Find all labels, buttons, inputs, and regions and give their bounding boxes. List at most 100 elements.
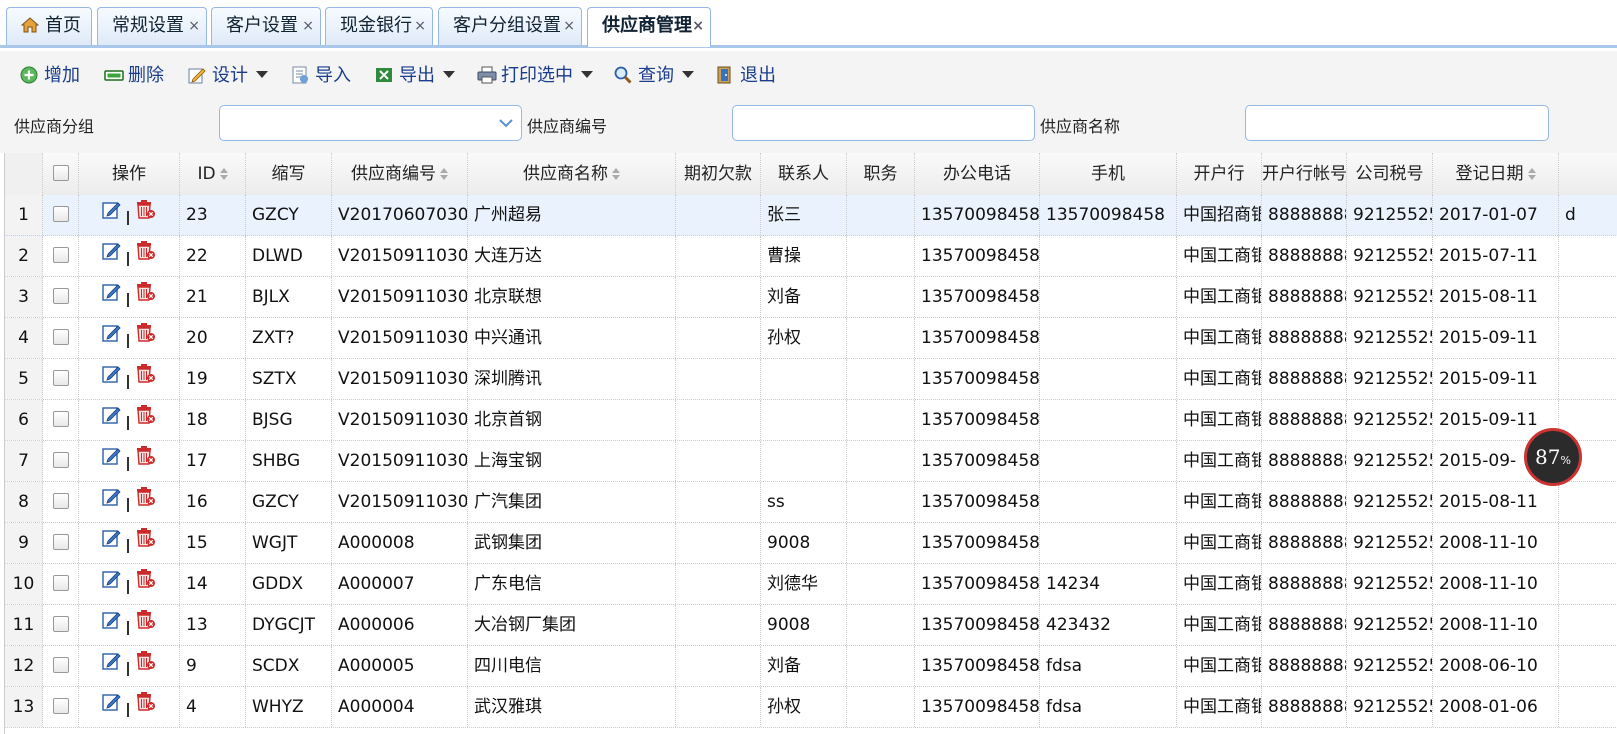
table-row[interactable]: 6 18BJSGV20150911030北京首钢 13570098458 中国工商银行… (5, 400, 1617, 441)
select-all-checkbox-cell[interactable] (43, 153, 79, 195)
delete-icon[interactable] (134, 646, 156, 686)
edit-icon[interactable] (102, 359, 122, 399)
edit-icon[interactable] (102, 564, 122, 604)
chevron-down-icon (256, 71, 268, 78)
row-checkbox[interactable] (52, 452, 69, 468)
delete-icon[interactable] (134, 441, 156, 481)
row-checkbox[interactable] (52, 288, 69, 304)
row-checkbox-cell[interactable] (43, 400, 79, 440)
row-number: 10 (5, 564, 43, 604)
close-icon[interactable]: × (414, 8, 426, 44)
tab-general-settings[interactable]: 常规设置 × (97, 7, 207, 45)
row-checkbox-cell[interactable] (43, 236, 79, 276)
row-checkbox[interactable] (52, 247, 69, 263)
table-row[interactable]: 1 23 GZCY V20170607030 广州超易 张三 13570098458 1357… (5, 195, 1617, 236)
table-row[interactable]: 9 15WGJTA000008武钢集团 9008 13570098458 中国工商银行8… (5, 523, 1617, 564)
edit-icon[interactable] (102, 523, 122, 563)
cell-name: 广汽集团 (468, 482, 676, 522)
delete-icon[interactable] (134, 236, 156, 276)
header-name[interactable]: 供应商名称 (468, 153, 676, 195)
table-row[interactable]: 8 16 GZCY V20150911030 广汽集团 ss 13570098458 中国工商… (5, 482, 1617, 523)
print-selected-menu-button[interactable]: 打印选中 (477, 63, 593, 89)
row-checkbox[interactable] (52, 575, 69, 591)
row-checkbox[interactable] (52, 493, 69, 509)
delete-icon[interactable] (134, 195, 156, 235)
header-reg-date[interactable]: 登记日期 (1433, 153, 1559, 195)
table-row[interactable]: 7 17SHBGV20150911030上海宝钢 13570098458 中国工商银行… (5, 441, 1617, 482)
cell-bank-account: 88888888 (1262, 400, 1347, 440)
row-checkbox[interactable] (52, 370, 69, 386)
row-checkbox-cell[interactable] (43, 441, 79, 481)
row-checkbox-cell[interactable] (43, 195, 79, 235)
edit-icon[interactable] (102, 318, 122, 358)
row-checkbox[interactable] (52, 657, 69, 673)
edit-icon[interactable] (102, 277, 122, 317)
supplier-code-input[interactable] (732, 105, 1035, 141)
row-checkbox-cell[interactable] (43, 646, 79, 686)
row-checkbox[interactable] (52, 616, 69, 632)
delete-icon[interactable] (134, 359, 156, 399)
edit-icon[interactable] (102, 441, 122, 481)
table-row[interactable]: 4 20 ZXT? V20150911030 中兴通讯 孙权 13570098458 中国工商… (5, 318, 1617, 359)
header-id[interactable]: ID (180, 153, 246, 195)
delete-icon[interactable] (134, 277, 156, 317)
row-checkbox-cell[interactable] (43, 687, 79, 727)
table-row[interactable]: 12 9SCDXA000005四川电信 刘备 13570098458fdsa中国工商银… (5, 646, 1617, 687)
cell-id: 23 (180, 195, 246, 235)
edit-icon[interactable] (102, 482, 122, 522)
row-checkbox-cell[interactable] (43, 605, 79, 645)
edit-icon[interactable] (102, 195, 122, 235)
header-code[interactable]: 供应商编号 (332, 153, 468, 195)
row-checkbox-cell[interactable] (43, 564, 79, 604)
close-icon[interactable]: × (302, 8, 314, 44)
delete-icon[interactable] (134, 605, 156, 645)
table-row[interactable]: 13 4WHYZA000004武汉雅琪 孙权 13570098458fdsa中国工商银… (5, 687, 1617, 728)
tab-home[interactable]: 首页 (6, 7, 92, 45)
delete-icon[interactable] (134, 523, 156, 563)
cell-bank: 中国工商银行 (1177, 277, 1262, 317)
row-checkbox[interactable] (52, 329, 69, 345)
tab-customer-settings[interactable]: 客户设置 × (211, 7, 321, 45)
delete-icon[interactable] (134, 482, 156, 522)
tab-customer-group-settings[interactable]: 客户分组设置 × (438, 7, 582, 45)
table-row[interactable]: 3 21 BJLX V20150911030 北京联想 刘备 13570098458 中国工商… (5, 277, 1617, 318)
exit-button[interactable]: 退出 (716, 63, 776, 89)
close-icon[interactable]: × (692, 8, 704, 44)
table-row[interactable]: 11 13 DYGCJT A000006 大冶钢厂集团 9008 13570098458 42… (5, 605, 1617, 646)
delete-icon[interactable] (134, 400, 156, 440)
row-checkbox-cell[interactable] (43, 482, 79, 522)
edit-icon[interactable] (102, 687, 122, 727)
chevron-down-icon[interactable] (491, 106, 521, 140)
row-checkbox[interactable] (52, 206, 69, 222)
select-all-checkbox[interactable] (52, 165, 69, 181)
design-menu-button[interactable]: 设计 (188, 63, 268, 89)
query-menu-button[interactable]: 查询 (614, 63, 694, 89)
delete-icon[interactable] (134, 687, 156, 727)
export-menu-button[interactable]: 导出 (375, 63, 455, 89)
delete-icon[interactable] (134, 318, 156, 358)
close-icon[interactable]: × (563, 8, 575, 44)
import-button[interactable]: 导入 (291, 63, 351, 89)
row-checkbox-cell[interactable] (43, 318, 79, 358)
row-checkbox-cell[interactable] (43, 359, 79, 399)
supplier-name-input[interactable] (1245, 105, 1549, 141)
edit-icon[interactable] (102, 236, 122, 276)
row-checkbox[interactable] (52, 411, 69, 427)
tab-supplier-management[interactable]: 供应商管理 × (587, 7, 711, 47)
tab-cash-bank[interactable]: 现金银行 × (325, 7, 433, 45)
delete-button[interactable]: 删除 (104, 63, 164, 89)
add-button[interactable]: 增加 (20, 63, 80, 89)
row-checkbox-cell[interactable] (43, 523, 79, 563)
delete-icon[interactable] (134, 564, 156, 604)
edit-icon[interactable] (102, 400, 122, 440)
close-icon[interactable]: × (188, 8, 200, 44)
row-checkbox[interactable] (52, 698, 69, 714)
table-row[interactable]: 2 22 DLWD V20150911030 大连万达 曹操 13570098458 中国工商… (5, 236, 1617, 277)
table-row[interactable]: 10 14 GDDX A000007 广东电信 刘德华 13570098458 14234 中国… (5, 564, 1617, 605)
row-checkbox[interactable] (52, 534, 69, 550)
table-row[interactable]: 5 19SZTXV20150911030深圳腾讯 13570098458 中国工商银行… (5, 359, 1617, 400)
edit-icon[interactable] (102, 646, 122, 686)
row-checkbox-cell[interactable] (43, 277, 79, 317)
supplier-group-combo[interactable] (219, 105, 522, 141)
edit-icon[interactable] (102, 605, 122, 645)
